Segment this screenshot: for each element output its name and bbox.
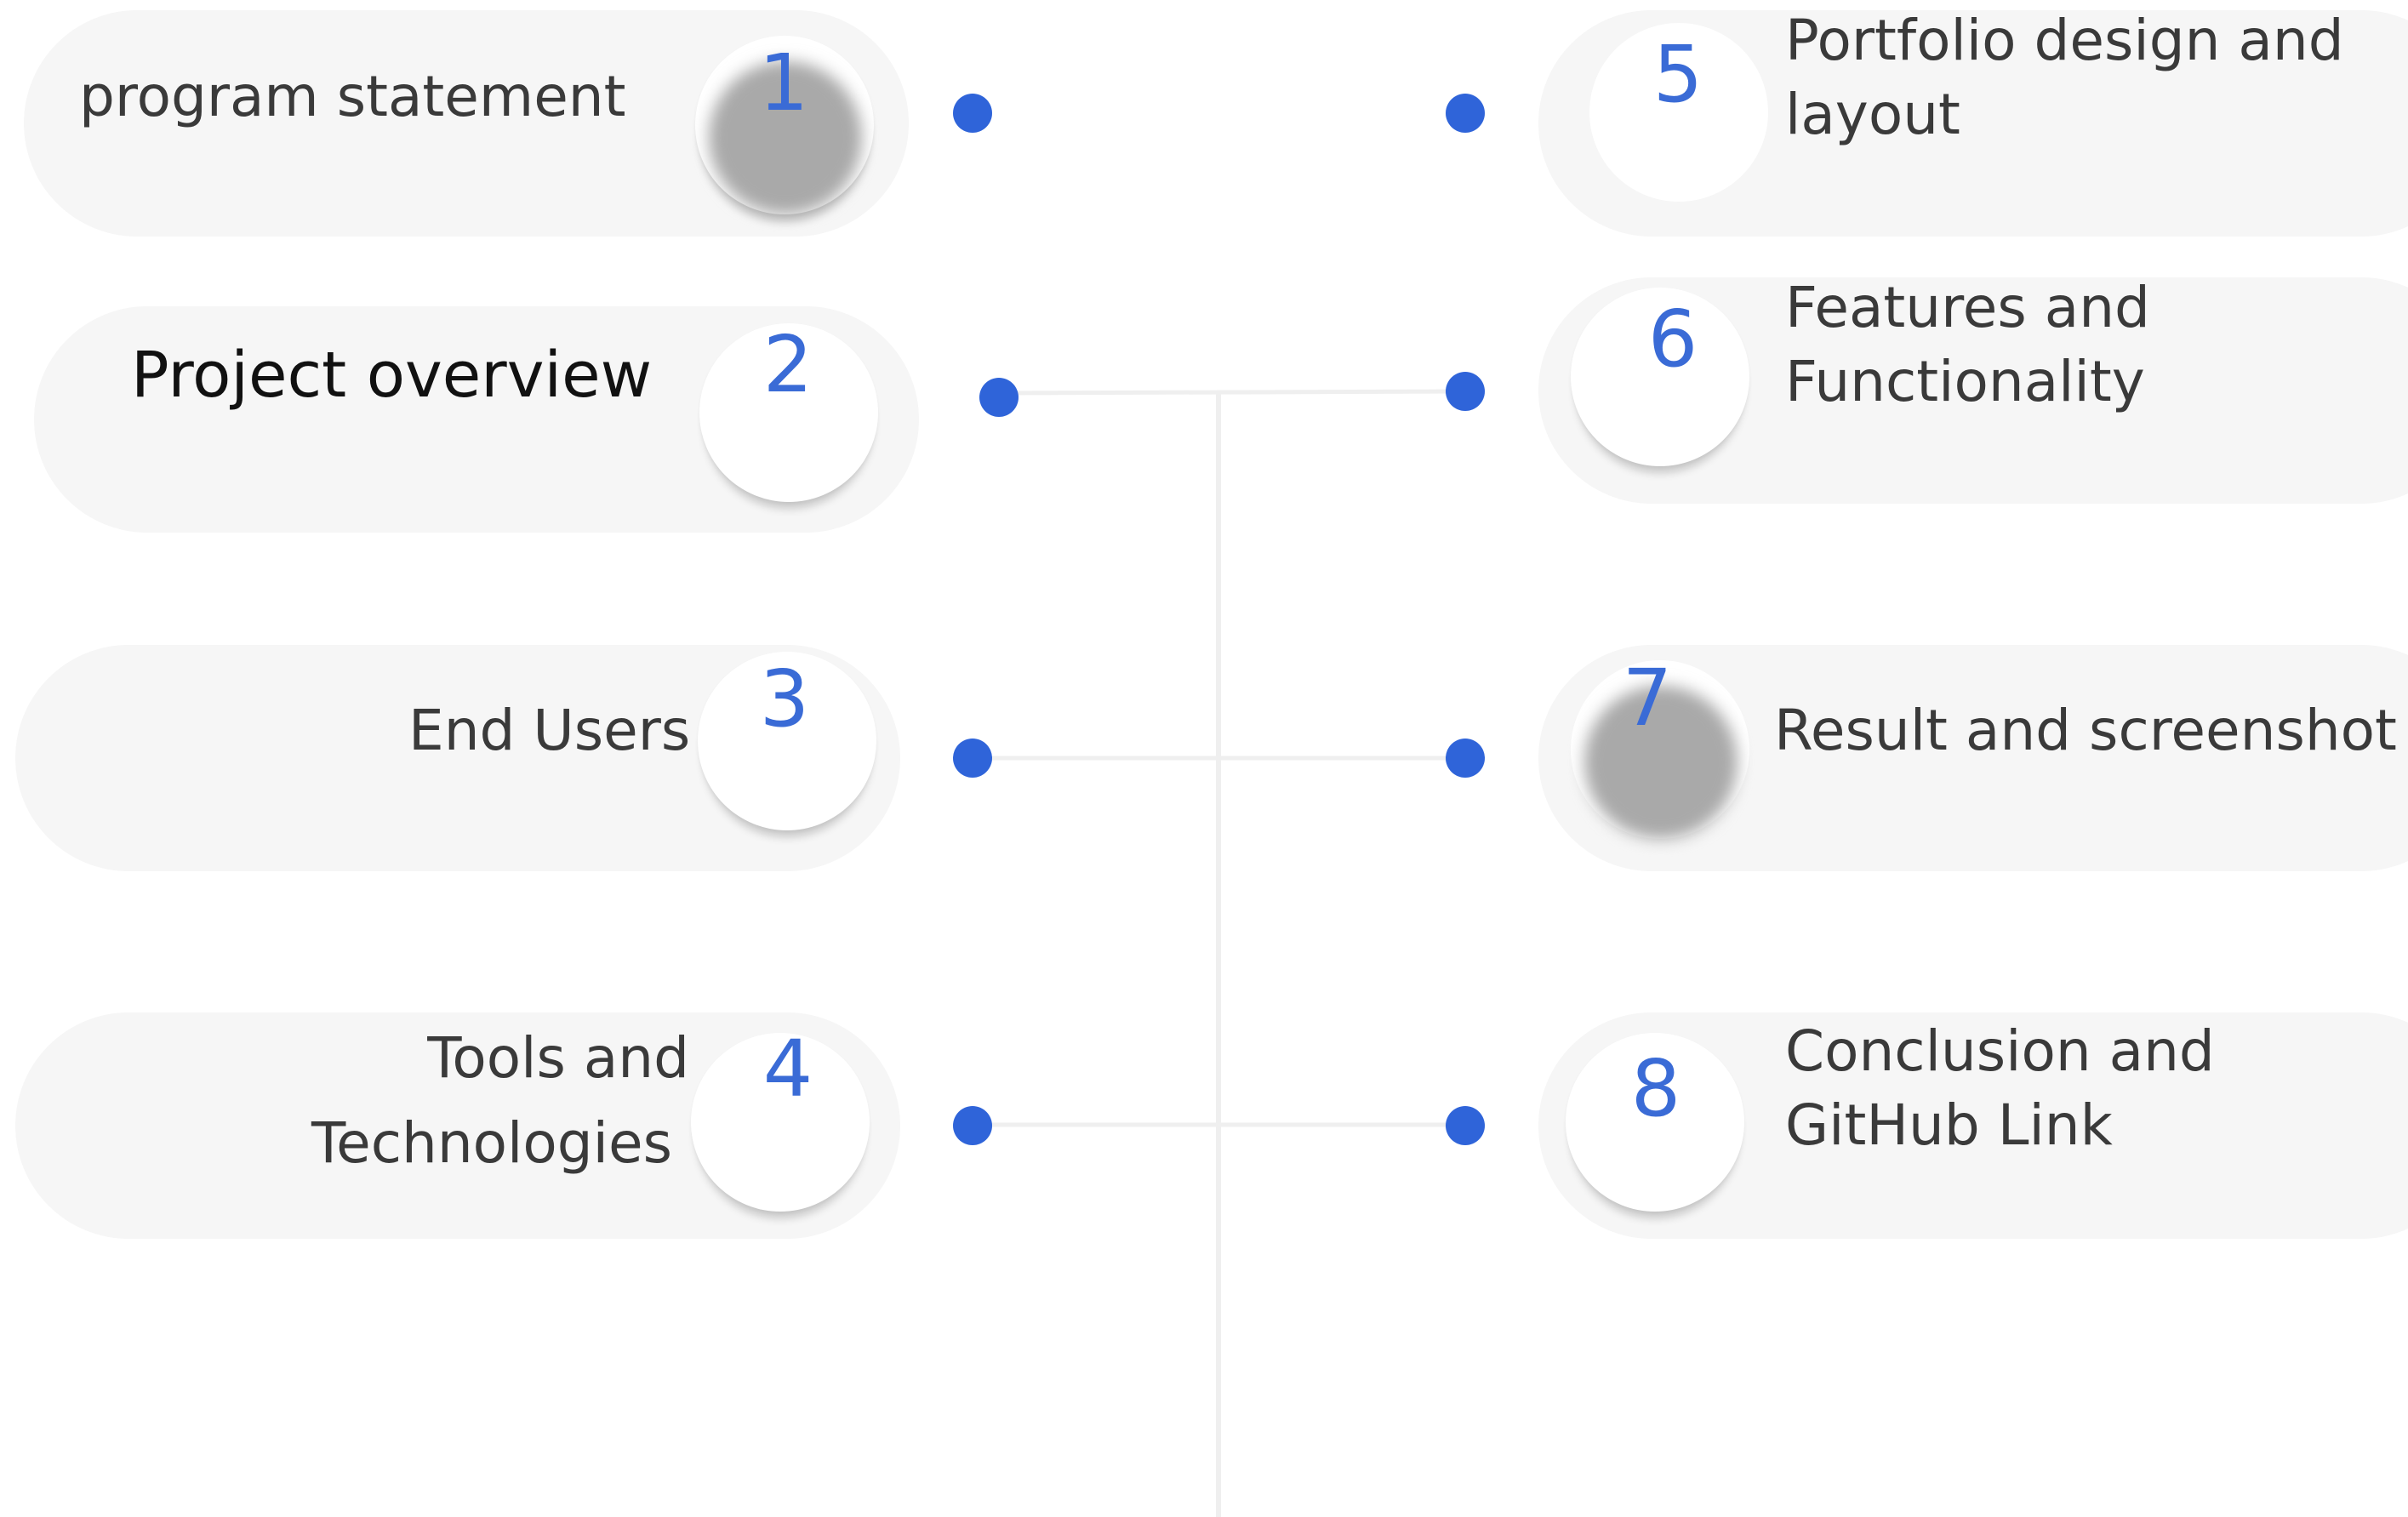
step-2-dot <box>979 378 1019 417</box>
step-8-dot <box>1446 1106 1485 1145</box>
step-2-number: 2 <box>762 319 813 410</box>
step-1-number: 1 <box>758 37 809 128</box>
step-2-label: Project overview <box>131 339 653 412</box>
step-6-number: 6 <box>1647 294 1698 385</box>
step-8-label-line2: GitHub Link <box>1785 1092 2113 1158</box>
step-6-label-line2: Functionality <box>1785 349 2145 414</box>
step-6-dot <box>1446 372 1485 411</box>
step-4-dot <box>953 1106 992 1145</box>
step-1-label: program statement <box>79 64 626 129</box>
step-5-label-line1: Portfolio design and <box>1785 8 2344 73</box>
step-8-number: 8 <box>1630 1043 1681 1134</box>
step-7-label: Result and screenshot <box>1774 698 2397 763</box>
step-3-number: 3 <box>759 653 810 744</box>
connector-row-2 <box>999 389 1466 396</box>
step-8-label-line1: Conclusion and <box>1785 1018 2215 1084</box>
step-4-number: 4 <box>762 1024 813 1115</box>
step-4-label-line1: Tools and <box>427 1025 689 1091</box>
step-3-dot <box>953 739 992 778</box>
step-5-label-line2: layout <box>1785 82 1960 147</box>
step-1-dot <box>953 94 992 133</box>
step-5-dot <box>1446 94 1485 133</box>
step-5-number: 5 <box>1652 29 1703 120</box>
step-3-label: End Users <box>408 698 691 763</box>
step-7-number: 7 <box>1622 653 1673 744</box>
step-4-label-line2: Technologies <box>311 1110 672 1176</box>
step-6-label-line1: Features and <box>1785 275 2150 340</box>
step-7-dot <box>1446 739 1485 778</box>
